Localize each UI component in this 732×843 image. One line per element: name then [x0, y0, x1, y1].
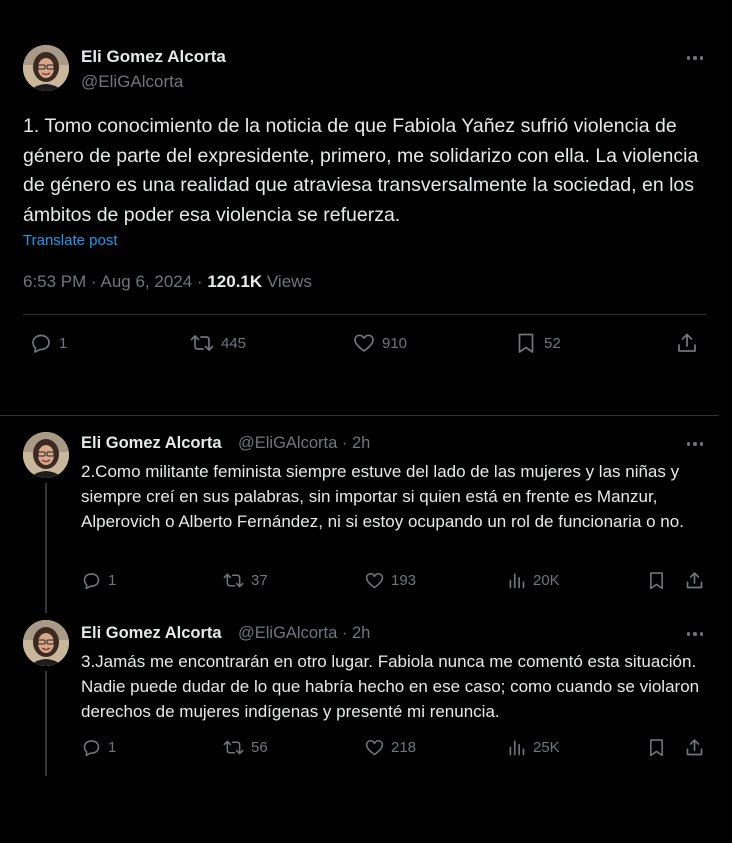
post-date[interactable]: Aug 6, 2024	[101, 272, 193, 291]
views-button[interactable]: 25K	[506, 737, 560, 758]
repost-icon	[223, 573, 244, 588]
author-handle[interactable]: @EliGAlcorta	[238, 624, 337, 642]
heart-icon	[365, 739, 384, 756]
reply-icon	[83, 573, 100, 590]
main-tweet: Eli Gomez Alcorta @EliGAlcorta 1. Tomo c…	[0, 0, 732, 415]
heart-icon	[365, 572, 384, 589]
author-handle[interactable]: @EliGAlcorta	[81, 72, 183, 92]
post-text: 1. Tomo conocimiento de la noticia de qu…	[23, 115, 699, 226]
bookmark-button[interactable]: 52	[514, 331, 561, 355]
like-count: 910	[382, 334, 408, 352]
analytics-icon	[509, 740, 525, 756]
avatar[interactable]	[23, 432, 69, 478]
repost-count: 445	[221, 334, 247, 352]
reply-icon	[32, 334, 50, 353]
like-button[interactable]: 910	[352, 331, 407, 355]
repost-icon	[223, 740, 244, 755]
reply-count: 1	[108, 739, 117, 756]
repost-icon	[190, 335, 214, 351]
like-count: 193	[391, 572, 417, 589]
post-time[interactable]: · 2h	[342, 434, 370, 452]
author-name[interactable]: Eli Gomez Alcorta	[81, 47, 226, 67]
reply-text: 3.Jamás me encontrarán en otro lugar. Fa…	[81, 652, 700, 721]
author-name[interactable]: Eli Gomez Alcorta	[81, 624, 222, 643]
share-icon	[678, 333, 696, 352]
views-count: 25K	[533, 739, 560, 756]
repost-count: 37	[251, 572, 268, 589]
repost-button[interactable]: 445	[189, 331, 246, 355]
avatar[interactable]	[23, 620, 69, 666]
heart-icon	[354, 334, 374, 352]
author-handle[interactable]: @EliGAlcorta	[238, 434, 337, 452]
bookmark-count: 52	[544, 334, 561, 352]
meta-separator: ·	[196, 272, 208, 291]
bookmark-button[interactable]	[646, 570, 667, 591]
share-button[interactable]	[675, 331, 699, 355]
like-count: 218	[391, 739, 417, 756]
reply-count: 1	[108, 572, 117, 589]
views-count: 20K	[533, 572, 560, 589]
thread-line	[45, 483, 47, 613]
share-button[interactable]	[684, 737, 705, 758]
more-options-icon[interactable]	[683, 434, 707, 454]
post-time[interactable]: · 2h	[342, 624, 370, 642]
bookmark-icon	[650, 739, 663, 757]
repost-count: 56	[251, 739, 268, 756]
avatar[interactable]	[23, 45, 69, 91]
bookmark-icon	[650, 572, 663, 590]
reply-text: 2.Como militante feminista siempre estuv…	[81, 462, 684, 531]
meta-separator: ·	[91, 272, 101, 291]
like-button[interactable]: 218	[364, 737, 416, 758]
like-button[interactable]: 193	[364, 570, 416, 591]
divider	[23, 314, 706, 315]
reply-button[interactable]: 1	[81, 737, 116, 758]
author-handle-time[interactable]: @EliGAlcorta · 2h	[238, 434, 370, 453]
post-meta: 6:53 PM · Aug 6, 2024 · 120.1K Views	[23, 272, 312, 292]
post-time[interactable]: 6:53 PM	[23, 272, 86, 291]
reply-button[interactable]: 1	[29, 331, 67, 355]
bookmark-button[interactable]	[646, 737, 667, 758]
author-name[interactable]: Eli Gomez Alcorta	[81, 434, 222, 453]
translate-post-link[interactable]: Translate post	[23, 232, 118, 249]
repost-button[interactable]: 37	[222, 570, 268, 591]
thread-reply[interactable]: Eli Gomez Alcorta @EliGAlcorta · 2h 3.Ja…	[0, 613, 732, 843]
bookmark-icon	[518, 333, 534, 353]
repost-button[interactable]: 56	[222, 737, 268, 758]
author-handle-time[interactable]: @EliGAlcorta · 2h	[238, 624, 370, 643]
reply-icon	[83, 740, 100, 757]
more-options-icon[interactable]	[683, 624, 707, 644]
thread-line	[45, 671, 47, 776]
share-icon	[686, 739, 703, 756]
reply-count: 1	[59, 334, 68, 352]
reply-button[interactable]: 1	[81, 570, 116, 591]
views-label: Views	[266, 272, 312, 291]
thread-reply[interactable]: Eli Gomez Alcorta @EliGAlcorta · 2h 2.Co…	[0, 415, 732, 613]
share-button[interactable]	[684, 570, 705, 591]
views-count: 120.1K	[207, 272, 263, 291]
share-icon	[686, 572, 703, 589]
more-options-icon[interactable]	[683, 48, 707, 68]
views-button[interactable]: 20K	[506, 570, 560, 591]
analytics-icon	[509, 573, 525, 589]
